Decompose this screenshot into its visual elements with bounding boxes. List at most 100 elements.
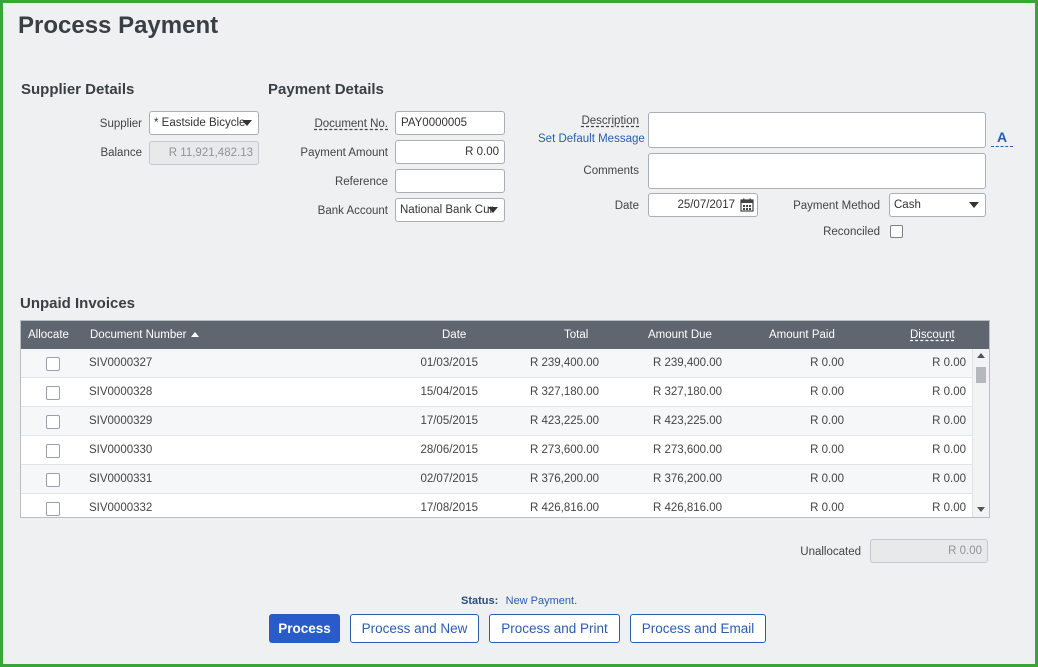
- cell-date: 01/03/2015: [420, 357, 478, 369]
- process-and-print-button[interactable]: Process and Print: [489, 614, 620, 643]
- allocate-checkbox[interactable]: [46, 357, 60, 371]
- scroll-down-icon[interactable]: [977, 507, 985, 512]
- reconciled-checkbox[interactable]: [890, 225, 903, 238]
- payment-method-select[interactable]: Cash: [889, 193, 986, 217]
- supplier-select[interactable]: * Eastside Bicycle: [149, 111, 259, 135]
- comments-field[interactable]: [648, 153, 986, 189]
- bank-account-select-value: National Bank Cur: [400, 204, 494, 216]
- cell-discount[interactable]: R 0.00: [932, 407, 966, 436]
- unallocated-field: R 0.00: [870, 539, 988, 563]
- cell-amount-due: R 423,225.00: [652, 415, 722, 427]
- cell-document-number: SIV0000327: [89, 357, 153, 369]
- cell-total: R 327,180.00: [529, 386, 599, 398]
- supplier-select-value: * Eastside Bicycle: [154, 117, 246, 129]
- scroll-up-icon[interactable]: [977, 353, 985, 358]
- col-discount[interactable]: Discount: [910, 321, 955, 349]
- comments-label: Comments: [583, 165, 639, 177]
- cell-amount-due: R 273,600.00: [652, 444, 722, 456]
- cell-total: R 426,816.00: [529, 502, 599, 514]
- cell-total: R 376,200.00: [529, 473, 599, 485]
- cell-amount-paid[interactable]: R 0.00: [810, 494, 844, 517]
- payment-section-title: Payment Details: [268, 81, 384, 98]
- status-line: Status: New Payment.: [461, 593, 577, 607]
- status-value: New Payment.: [505, 595, 578, 607]
- allocate-checkbox[interactable]: [46, 473, 60, 487]
- set-default-message-link[interactable]: Set Default Message: [538, 133, 645, 145]
- process-button[interactable]: Process: [269, 614, 340, 643]
- sort-ascending-icon: [190, 332, 199, 337]
- allocate-checkbox[interactable]: [46, 386, 60, 400]
- col-document-number-label: Document Number: [90, 329, 187, 341]
- allocate-checkbox[interactable]: [46, 444, 60, 458]
- table-row: SIV0000330 28/06/2015 R 273,600.00 R 273…: [21, 436, 972, 465]
- grid-scrollbar[interactable]: [972, 349, 989, 517]
- cell-discount[interactable]: R 0.00: [932, 465, 966, 494]
- document-no-label: Document No.: [314, 118, 388, 130]
- cell-amount-paid[interactable]: R 0.00: [810, 436, 844, 465]
- allocate-checkbox[interactable]: [46, 502, 60, 516]
- cell-document-number: SIV0000330: [89, 444, 153, 456]
- cell-document-number: SIV0000331: [89, 473, 153, 485]
- document-no-field[interactable]: PAY0000005: [395, 111, 505, 135]
- cell-date: 15/04/2015: [420, 386, 478, 398]
- cell-total: R 423,225.00: [529, 415, 599, 427]
- cell-discount[interactable]: R 0.00: [932, 494, 966, 517]
- description-field[interactable]: [648, 112, 986, 148]
- payment-method-value: Cash: [894, 199, 921, 211]
- cell-discount[interactable]: R 0.00: [932, 349, 966, 378]
- font-format-icon[interactable]: A: [991, 129, 1013, 147]
- cell-discount[interactable]: R 0.00: [932, 436, 966, 465]
- table-row: SIV0000327 01/03/2015 R 239,400.00 R 239…: [21, 349, 972, 378]
- description-label: Description: [581, 115, 639, 127]
- date-label: Date: [614, 200, 639, 212]
- col-document-number[interactable]: Document Number: [90, 321, 199, 349]
- col-date[interactable]: Date: [442, 321, 466, 349]
- status-label: Status:: [461, 595, 499, 607]
- cell-date: 28/06/2015: [420, 444, 478, 456]
- table-row: SIV0000329 17/05/2015 R 423,225.00 R 423…: [21, 407, 972, 436]
- reconciled-label: Reconciled: [823, 226, 880, 238]
- allocate-checkbox[interactable]: [46, 415, 60, 429]
- payment-amount-field[interactable]: R 0.00: [395, 140, 505, 164]
- col-amount-paid[interactable]: Amount Paid: [769, 321, 835, 349]
- chevron-down-icon: [488, 207, 498, 213]
- bank-account-label: Bank Account: [317, 205, 388, 217]
- cell-date: 17/08/2015: [420, 502, 478, 514]
- payment-method-label: Payment Method: [793, 200, 880, 212]
- process-and-new-button[interactable]: Process and New: [350, 614, 479, 643]
- date-value: 25/07/2017: [677, 199, 735, 211]
- table-row: SIV0000331 02/07/2015 R 376,200.00 R 376…: [21, 465, 972, 494]
- supplier-section-title: Supplier Details: [21, 81, 135, 98]
- calendar-icon[interactable]: [740, 198, 754, 212]
- cell-date: 17/05/2015: [420, 415, 478, 427]
- reference-field[interactable]: [395, 169, 505, 193]
- process-and-email-button[interactable]: Process and Email: [630, 614, 766, 643]
- cell-amount-paid[interactable]: R 0.00: [810, 407, 844, 436]
- cell-document-number: SIV0000328: [89, 386, 153, 398]
- page-title: Process Payment: [18, 12, 219, 39]
- cell-date: 02/07/2015: [420, 473, 478, 485]
- col-allocate[interactable]: Allocate: [28, 321, 69, 349]
- chevron-down-icon: [969, 202, 979, 208]
- cell-amount-due: R 327,180.00: [652, 386, 722, 398]
- grid-header: Allocate Document Number Date Total Amou…: [21, 321, 989, 349]
- cell-document-number: SIV0000329: [89, 415, 153, 427]
- table-row: SIV0000328 15/04/2015 R 327,180.00 R 327…: [21, 378, 972, 407]
- invoices-grid: Allocate Document Number Date Total Amou…: [20, 320, 990, 518]
- cell-amount-paid[interactable]: R 0.00: [810, 465, 844, 494]
- col-amount-due[interactable]: Amount Due: [648, 321, 712, 349]
- grid-body: SIV0000327 01/03/2015 R 239,400.00 R 239…: [21, 349, 972, 517]
- cell-discount[interactable]: R 0.00: [932, 378, 966, 407]
- scroll-thumb[interactable]: [976, 367, 986, 383]
- table-row: SIV0000332 17/08/2015 R 426,816.00 R 426…: [21, 494, 972, 517]
- window-frame: Process Payment Supplier Details Supplie…: [0, 0, 1038, 667]
- col-total[interactable]: Total: [564, 321, 588, 349]
- cell-amount-due: R 426,816.00: [652, 502, 722, 514]
- reference-label: Reference: [334, 176, 388, 188]
- cell-total: R 273,600.00: [529, 444, 599, 456]
- cell-amount-paid[interactable]: R 0.00: [810, 378, 844, 407]
- bank-account-select[interactable]: National Bank Cur: [395, 198, 505, 222]
- unpaid-invoices-title: Unpaid Invoices: [20, 295, 136, 312]
- balance-label: Balance: [100, 147, 142, 159]
- cell-amount-paid[interactable]: R 0.00: [810, 349, 844, 378]
